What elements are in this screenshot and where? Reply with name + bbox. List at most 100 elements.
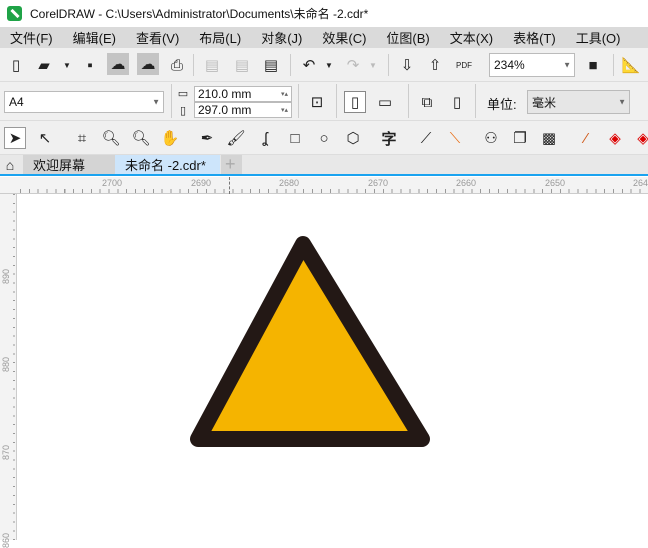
cut-icon[interactable]: ▤ — [201, 54, 223, 76]
document-tabs: ⌂ 欢迎屏幕 未命名 -2.cdr* + — [0, 154, 648, 176]
spinner-icon[interactable]: ▾▴ — [281, 106, 288, 114]
ruler-label: 880 — [1, 356, 11, 372]
menu-effects[interactable]: 效果(C) — [312, 28, 376, 47]
unit-value: 毫米 — [532, 95, 557, 110]
eyedropper-tool-icon[interactable]: ⁄ — [575, 127, 597, 149]
ruler-ticks — [13, 194, 15, 540]
menu-view[interactable]: 查看(V) — [126, 28, 189, 47]
crop-tool-icon[interactable]: ⌗ — [71, 127, 93, 149]
horizontal-ruler[interactable]: 2700 2690 2680 2670 2660 2650 264 — [0, 177, 648, 194]
title-bar: CorelDRAW - C:\Users\Administrator\Docum… — [0, 0, 648, 27]
page-size-value: A4 — [9, 95, 24, 109]
zoom-out-tool-icon[interactable]: 🔍︎ — [130, 127, 152, 149]
new-document-icon[interactable]: ▯ — [5, 54, 27, 76]
menu-bar: 文件(F) 编辑(E) 查看(V) 布局(L) 对象(J) 效果(C) 位图(B… — [0, 27, 648, 48]
print-icon[interactable]: ⎙ — [166, 54, 188, 76]
menu-file[interactable]: 文件(F) — [0, 28, 63, 47]
all-pages-icon[interactable]: ⧉ — [416, 91, 438, 113]
menu-text[interactable]: 文本(X) — [440, 28, 503, 47]
new-tab-plus-icon[interactable]: + — [221, 154, 242, 174]
export-icon[interactable]: ⇧ — [424, 54, 446, 76]
tab-welcome-screen[interactable]: 欢迎屏幕 — [23, 155, 115, 174]
ruler-label: 890 — [1, 268, 11, 284]
copy-icon[interactable]: ▤ — [231, 54, 253, 76]
chevron-down-icon: ▼ — [618, 97, 626, 107]
coreldraw-logo-icon — [7, 6, 22, 21]
page-height-value: 297.0 mm — [198, 103, 252, 117]
zoom-level-select[interactable]: 234% ▼ — [489, 53, 575, 77]
spinner-icon[interactable]: ▾▴ — [281, 90, 288, 98]
open-icon[interactable]: ▰ — [33, 54, 55, 76]
undo-icon[interactable]: ↶ — [298, 54, 320, 76]
export-cloud-icon[interactable]: ☁ — [137, 53, 159, 75]
page-width-input[interactable]: 210.0 mm ▾▴ — [194, 86, 292, 102]
drop-shadow-tool-icon[interactable]: ❐ — [509, 127, 531, 149]
property-bar: A4 ▼ ▭ 210.0 mm ▾▴ ▯ 297.0 mm ▾▴ ⊡ ▯ ▭ ⧉ ▯ … — [0, 82, 648, 121]
menu-bitmaps[interactable]: 位图(B) — [376, 28, 439, 47]
rectangle-tool-icon[interactable]: □ — [284, 127, 306, 149]
paste-icon[interactable]: ▤ — [260, 54, 282, 76]
full-screen-icon[interactable]: ■ — [582, 54, 604, 76]
line-tool-icon[interactable]: ⟋ — [415, 127, 437, 149]
open-dropdown-icon[interactable]: ▼ — [56, 54, 78, 76]
warning-triangle[interactable] — [18, 194, 648, 540]
brush-tool-icon[interactable]: 🖌︎ — [225, 127, 247, 149]
triangle-shape[interactable] — [190, 236, 430, 447]
blend-tool-icon[interactable]: ⚇ — [480, 127, 502, 149]
fill-tool-icon[interactable]: ◈ — [604, 127, 626, 149]
zoom-tool-icon[interactable]: 🔍︎ — [100, 127, 122, 149]
menu-table[interactable]: 表格(T) — [503, 28, 566, 47]
ruler-ticks — [20, 189, 648, 193]
import-cloud-icon[interactable]: ☁ — [107, 53, 129, 75]
transparency-tool-icon[interactable]: ▩ — [538, 127, 560, 149]
redo-icon[interactable]: ↷ — [342, 54, 364, 76]
pan-tool-icon[interactable]: ✋ — [159, 127, 181, 149]
zoom-level-value: 234% — [494, 58, 525, 72]
page-height-icon: ▯ — [179, 104, 187, 117]
chevron-down-icon: ▼ — [152, 97, 160, 107]
drawing-canvas[interactable] — [18, 194, 648, 540]
undo-dropdown-icon[interactable]: ▼ — [318, 54, 340, 76]
save-icon[interactable]: ▪ — [79, 54, 101, 76]
ruler-label: 2670 — [368, 178, 389, 188]
menu-object[interactable]: 对象(J) — [251, 28, 312, 47]
publish-pdf-icon[interactable]: PDF — [453, 54, 475, 76]
ruler-label: 870 — [1, 444, 11, 460]
connector-tool-icon[interactable]: ⟍ — [444, 127, 466, 149]
portrait-icon[interactable]: ▯ — [344, 91, 366, 113]
ruler-label: 860 — [1, 532, 11, 548]
menu-tools[interactable]: 工具(O) — [566, 28, 631, 47]
page-orientation-icon[interactable]: ⊡ — [306, 91, 328, 113]
page-height-input[interactable]: 297.0 mm ▾▴ — [194, 102, 292, 118]
pick-tool-icon[interactable]: ➤ — [4, 127, 26, 149]
current-page-icon[interactable]: ▯ — [446, 91, 468, 113]
ruler-label: 2660 — [456, 178, 477, 188]
home-icon[interactable]: ⌂ — [0, 155, 20, 174]
ruler-label: 2650 — [545, 178, 566, 188]
freehand-tool-icon[interactable]: ʆ — [254, 127, 276, 149]
menu-edit[interactable]: 编辑(E) — [63, 28, 126, 47]
ellipse-tool-icon[interactable]: ○ — [313, 127, 335, 149]
unit-select[interactable]: 毫米 ▼ — [527, 90, 630, 114]
import-icon[interactable]: ⇩ — [396, 54, 418, 76]
landscape-icon[interactable]: ▭ — [374, 91, 396, 113]
cursor-position-marker — [229, 177, 230, 194]
menu-layout[interactable]: 布局(L) — [189, 28, 251, 47]
chevron-down-icon: ▼ — [563, 60, 571, 70]
redo-dropdown-icon[interactable]: ▼ — [362, 54, 384, 76]
options-ruler-icon[interactable]: 📐 — [620, 54, 642, 76]
standard-toolbar: ▯ ▰ ▼ ▪ ☁ ☁ ⎙ ▤ ▤ ▤ ↶ ▼ ↷ ▼ ⇩ ⇧ PDF 234%… — [0, 48, 648, 82]
vertical-ruler[interactable]: 890 880 870 860 — [0, 194, 17, 548]
polygon-tool-icon[interactable]: ⬡ — [342, 127, 364, 149]
window-title: CorelDRAW - C:\Users\Administrator\Docum… — [30, 7, 369, 21]
page-size-select[interactable]: A4 ▼ — [4, 91, 164, 113]
ruler-label: 2690 — [191, 178, 212, 188]
page-width-value: 210.0 mm — [198, 87, 252, 101]
ruler-label: 264 — [633, 178, 648, 188]
pen-tool-icon[interactable]: ✒ — [196, 127, 218, 149]
shape-tool-icon[interactable]: ↖ — [34, 127, 56, 149]
text-tool-icon[interactable]: 字 — [378, 127, 400, 149]
tab-document[interactable]: 未命名 -2.cdr* — [115, 155, 220, 174]
outline-fill-tool-icon[interactable]: ◈ — [632, 127, 648, 149]
toolbox: ➤ ↖ ⌗ 🔍︎ 🔍︎ ✋ ✒ 🖌︎ ʆ □ ○ ⬡ 字 ⟋ ⟍ ⚇ ❐ ▩ ⁄… — [0, 121, 648, 155]
